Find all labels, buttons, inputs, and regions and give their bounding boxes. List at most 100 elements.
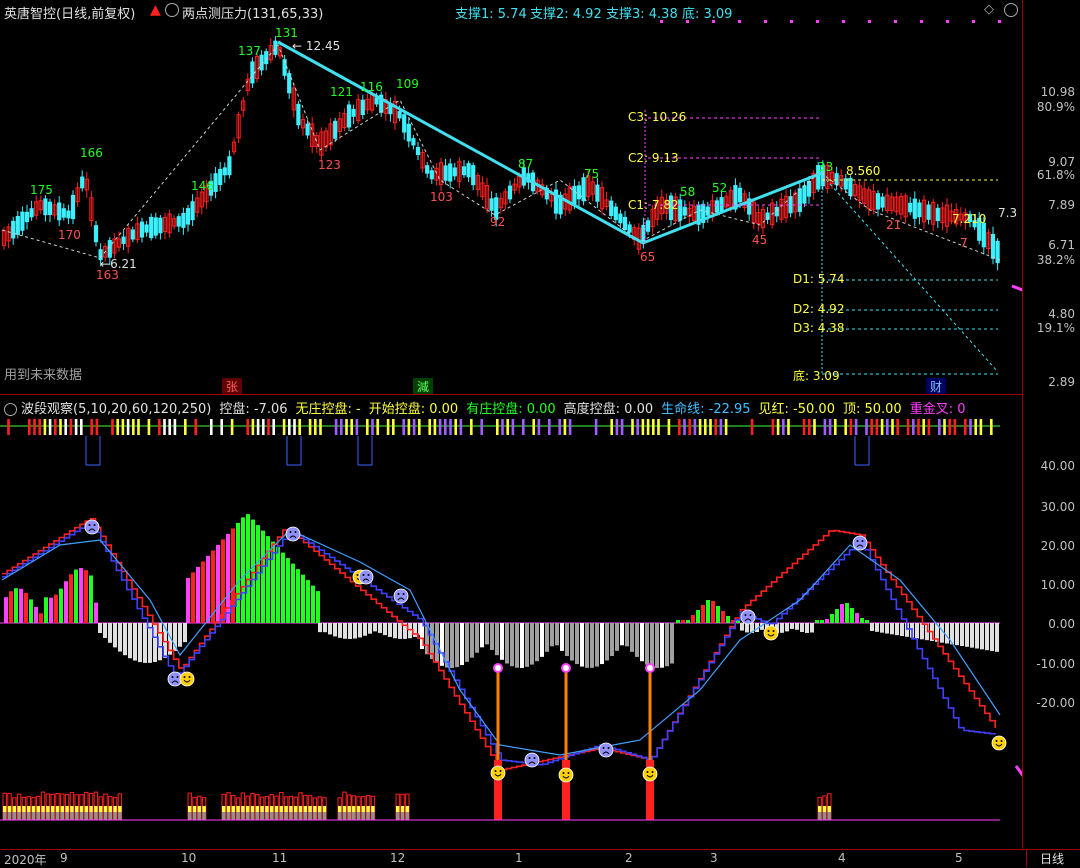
histogram-bar <box>830 614 834 623</box>
histogram-bar <box>595 623 599 667</box>
histogram-bar <box>990 623 994 651</box>
signal-bar <box>563 419 567 435</box>
histogram-bar <box>353 623 357 639</box>
marker-dot <box>894 20 897 23</box>
signal-bar <box>714 419 717 435</box>
signal-bar <box>522 419 525 435</box>
d3-label: D3: 4.38 <box>793 321 845 335</box>
close-circle-icon[interactable] <box>1004 3 1018 17</box>
candle-body <box>415 146 421 156</box>
histogram-bar <box>610 623 614 657</box>
wave-count-label: 45 <box>752 233 768 247</box>
indicator-toggle-icon[interactable] <box>4 403 17 416</box>
signal-bar <box>813 419 816 435</box>
support2: 支撑2: 4.92 <box>530 7 602 22</box>
face-eye <box>528 757 531 759</box>
energy-bar-mid <box>84 806 88 812</box>
signal-bar <box>709 419 712 435</box>
energy-bar-mid <box>222 806 226 812</box>
signal-bar <box>506 419 509 435</box>
signal-bar <box>854 419 858 435</box>
signal-bar <box>750 419 754 435</box>
histogram-bar <box>875 623 879 632</box>
histogram-bar <box>14 588 18 623</box>
histogram-bar <box>835 609 839 623</box>
spike-marker <box>561 663 571 673</box>
histogram-bar <box>368 623 372 634</box>
energy-bar-base <box>246 812 250 820</box>
histogram-bar <box>49 597 53 623</box>
energy-bar-base <box>226 812 231 820</box>
ind-gaodu: 高度控盘: 0.00 <box>563 402 654 417</box>
spike-marker <box>493 663 503 673</box>
energy-bar-mid <box>260 806 264 812</box>
energy-bar-mid <box>294 806 298 812</box>
candle-body <box>80 176 85 189</box>
ind-axis-label: 0.00 <box>1048 617 1075 631</box>
histogram-bar <box>39 613 43 623</box>
histogram-bar <box>413 623 417 637</box>
energy-bar-base <box>274 812 279 820</box>
histogram-bar <box>560 623 564 651</box>
histogram-bar <box>178 623 182 647</box>
energy-bar-base <box>265 812 269 820</box>
histogram-bar <box>691 615 695 623</box>
candle-body <box>581 177 586 202</box>
candle-body <box>296 103 301 126</box>
candle-body <box>452 167 457 177</box>
signal-bar <box>267 419 270 435</box>
histogram-bar <box>550 623 554 647</box>
circle-toggle-icon[interactable] <box>165 3 179 17</box>
price-panel <box>1 20 1022 375</box>
histogram-bar <box>24 592 28 623</box>
signal-bar <box>548 419 551 435</box>
candle-body <box>402 114 407 133</box>
signal-bar <box>407 419 411 435</box>
time-label: 1 <box>515 851 523 865</box>
candle-body <box>70 194 76 220</box>
histogram-bar <box>716 606 720 623</box>
smiley-face-icon <box>642 766 658 782</box>
wave-count-label: 7 <box>960 236 968 250</box>
period-tab[interactable]: 日线 <box>1026 850 1077 867</box>
histogram-bar <box>485 623 489 645</box>
energy-bar-base <box>60 812 64 820</box>
diamond-icon[interactable]: ◇ <box>984 2 994 17</box>
d1-label: D1: 5.74 <box>793 272 845 286</box>
ind-axis-label: -10.00 <box>1036 657 1075 671</box>
signal-bar <box>230 419 234 435</box>
smiley-face-icon <box>490 765 506 781</box>
energy-bar-base <box>322 812 327 820</box>
signal-bar <box>979 419 983 435</box>
candle-body <box>448 163 453 182</box>
candle-body <box>797 188 802 212</box>
energy-bar-mid <box>303 806 307 812</box>
signal-bar <box>428 419 431 435</box>
signal-bar <box>298 419 301 435</box>
chart-canvas <box>0 20 1022 821</box>
tag-jian[interactable]: 減 <box>413 378 434 395</box>
candle-body <box>107 240 112 258</box>
energy-bar-mid <box>347 806 351 812</box>
candle-body <box>981 222 986 248</box>
energy-bar-base <box>75 812 79 820</box>
d2-label: D2: 4.92 <box>793 302 845 316</box>
tag-cai[interactable]: 财 <box>926 378 947 395</box>
histogram-bar <box>745 623 749 633</box>
signal-bar <box>802 419 806 435</box>
tag-zhang[interactable]: 张 <box>222 378 243 395</box>
histogram-bar <box>103 623 107 638</box>
signal-bar <box>683 419 686 435</box>
histogram-bar <box>84 570 88 623</box>
candle-body <box>15 216 20 235</box>
histogram-bar <box>19 588 23 623</box>
energy-bar-mid <box>352 806 356 812</box>
candle-body <box>360 99 365 115</box>
histogram-bar <box>625 623 629 647</box>
energy-bar-base <box>342 812 347 820</box>
energy-bar-base <box>255 812 259 820</box>
energy-bar-base <box>27 812 31 820</box>
marker-dot <box>790 20 793 23</box>
candle-body <box>618 213 623 224</box>
energy-bar-mid <box>226 806 231 812</box>
